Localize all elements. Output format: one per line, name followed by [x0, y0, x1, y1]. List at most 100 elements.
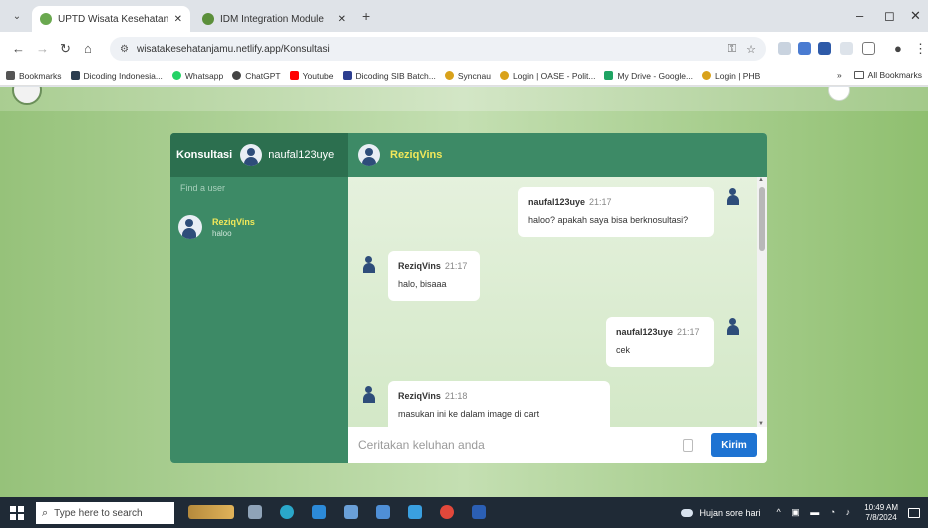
bookmark-item[interactable]: Dicoding SIB Batch... — [342, 70, 436, 81]
restore-icon[interactable]: ◻ — [884, 8, 895, 24]
translate-extension-icon[interactable] — [778, 42, 791, 55]
folder-icon — [853, 71, 864, 79]
clock-date: 7/8/2024 — [865, 512, 897, 522]
new-tab-button[interactable]: + — [362, 8, 370, 24]
taskbar-search[interactable]: ⌕ Type here to search — [36, 502, 174, 524]
back-icon[interactable]: ← — [12, 41, 25, 56]
edge-browser-icon[interactable] — [280, 505, 294, 519]
reload-icon[interactable]: ↻ — [60, 41, 71, 57]
tab-title: IDM Integration Module — [220, 13, 324, 25]
task-view-icon[interactable] — [248, 505, 262, 519]
message-scrollbar[interactable]: ▲ ▼ — [757, 177, 767, 427]
scroll-up-arrow-icon[interactable]: ▲ — [758, 177, 764, 183]
message-text: haloo? apakah saya bisa berknosultasi? — [528, 215, 689, 225]
site-info-icon[interactable]: ⚙ — [120, 44, 129, 55]
bookmark-item[interactable]: Dicoding Indonesia... — [70, 71, 163, 81]
all-bookmarks-link[interactable]: All Bookmarks — [868, 70, 922, 80]
tray-icons[interactable]: ^ ▣ ▬ ◔ ♪ — [777, 507, 855, 518]
windows-taskbar: ⌕ Type here to search Hujan sore hari ^ … — [0, 497, 928, 528]
bookmark-item[interactable]: Login | OASE - Polit... — [499, 71, 595, 81]
bookmark-item[interactable]: My Drive - Google... — [604, 71, 693, 81]
message-sender: naufal123uye — [528, 197, 586, 207]
message-bubble: naufal123uye 21:17 haloo? apakah saya bis… — [518, 187, 714, 237]
site-icon — [444, 71, 454, 80]
more-menu-icon[interactable]: ⋮ — [914, 41, 927, 57]
word-icon[interactable] — [472, 505, 486, 519]
extension-icon[interactable] — [818, 42, 831, 55]
bookmark-label: Syncnau — [457, 70, 491, 81]
tab-search-chevron-icon[interactable]: ⌄ — [8, 8, 26, 26]
bookmark-label: Whatsapp — [184, 70, 224, 81]
contact-name: ReziqVins — [212, 216, 255, 227]
weather-widget[interactable]: Hujan sore hari — [681, 508, 761, 518]
clock[interactable]: 10:49 AM 7/8/2024 — [864, 503, 898, 523]
mail-icon[interactable] — [408, 505, 422, 519]
bookmark-label: Bookmarks — [19, 70, 62, 81]
contact-avatar — [178, 215, 202, 239]
chat-sidebar: Konsultasi naufal123uye ReziqVins haloo — [170, 133, 348, 463]
send-button[interactable]: Kirim — [711, 433, 757, 457]
bookmark-item[interactable]: Bookmarks — [6, 71, 62, 81]
widgets-icon[interactable] — [188, 505, 234, 519]
tab-idm-integration[interactable]: IDM Integration Module ✕ — [194, 6, 354, 32]
bookmark-label: Dicoding SIB Batch... — [355, 70, 436, 81]
site-icon — [499, 71, 509, 80]
store-icon[interactable] — [376, 505, 390, 519]
dicoding-icon — [70, 71, 80, 80]
leaf-favicon-icon — [202, 13, 214, 25]
bookmark-item[interactable]: Whatsapp — [171, 70, 224, 81]
browser-toolbar: ← → ↻ ⌂ ⚙ wisatakesehatanjamu.netlify.ap… — [0, 32, 928, 66]
minimize-icon[interactable]: – — [856, 8, 863, 23]
message-time: 21:17 — [444, 261, 468, 271]
bookmark-item[interactable]: Login | PHB — [702, 71, 760, 81]
search-icon: ⌕ — [42, 506, 49, 519]
message-time: 21:17 — [589, 197, 612, 207]
scrollbar-thumb[interactable] — [759, 187, 765, 251]
home-icon[interactable]: ⌂ — [84, 41, 92, 56]
bookmark-item[interactable]: Syncnau — [444, 70, 491, 81]
profile-avatar[interactable] — [828, 87, 850, 101]
notification-icon[interactable] — [908, 507, 920, 518]
site-logo-icon[interactable] — [12, 87, 42, 105]
bookmark-label: Login | PHB — [715, 70, 761, 81]
contact-preview: haloo — [212, 228, 232, 238]
address-bar[interactable]: ⚙ wisatakesehatanjamu.netlify.app/Konsul… — [110, 37, 766, 61]
close-window-icon[interactable]: ✕ — [910, 8, 921, 24]
message-composer: Kirim — [348, 427, 767, 463]
site-icon — [702, 71, 712, 80]
find-user-input[interactable] — [170, 177, 348, 199]
bookmark-star-icon[interactable]: ☆ — [746, 43, 756, 56]
chrome-icon[interactable] — [440, 505, 454, 519]
profile-icon[interactable]: ● — [894, 41, 902, 56]
extensions-puzzle-icon[interactable] — [862, 42, 875, 55]
message-text: halo, bisaaa — [398, 279, 447, 289]
system-tray: Hujan sore hari ^ ▣ ▬ ◔ ♪ 10:49 AM 7/8/2… — [681, 497, 920, 528]
chat-header: ReziqVins — [348, 133, 767, 177]
bookmark-item[interactable]: Youtube — [289, 71, 334, 81]
message-time: 21:18 — [444, 391, 468, 401]
more-bookmarks-chevron[interactable]: » — [837, 70, 842, 80]
contact-item[interactable]: ReziqVins haloo — [170, 207, 348, 247]
message-sender: naufal123uye — [616, 327, 674, 337]
tab-title: UPTD Wisata Kesehatan Jamu — [58, 13, 168, 25]
consultation-chat-window: Konsultasi naufal123uye ReziqVins haloo … — [170, 133, 767, 463]
forward-icon[interactable]: → — [36, 41, 49, 56]
windows-start-icon[interactable] — [10, 506, 24, 520]
address-url: wisatakesehatanjamu.netlify.app/Konsulta… — [136, 43, 330, 55]
site-header — [0, 87, 928, 111]
close-tab-icon[interactable]: ✕ — [338, 14, 346, 25]
bookmark-item[interactable]: ChatGPT — [232, 71, 281, 81]
message-avatar — [360, 383, 378, 401]
message-input[interactable] — [358, 438, 683, 452]
vscode-icon[interactable] — [312, 505, 326, 519]
file-explorer-icon[interactable] — [344, 505, 358, 519]
extension-icon[interactable] — [840, 42, 853, 55]
attach-file-icon[interactable] — [683, 438, 693, 452]
dicoding-icon — [342, 71, 352, 80]
close-tab-icon[interactable]: ✕ — [174, 14, 182, 25]
tab-uptd-wisata[interactable]: UPTD Wisata Kesehatan Jamu ✕ — [32, 6, 190, 32]
message-sender: ReziqVins — [398, 391, 441, 401]
key-icon[interactable]: ⚿ — [728, 43, 736, 56]
message-bubble: naufal123uye 21:17 cek — [606, 317, 714, 367]
extension-icon[interactable] — [798, 42, 811, 55]
